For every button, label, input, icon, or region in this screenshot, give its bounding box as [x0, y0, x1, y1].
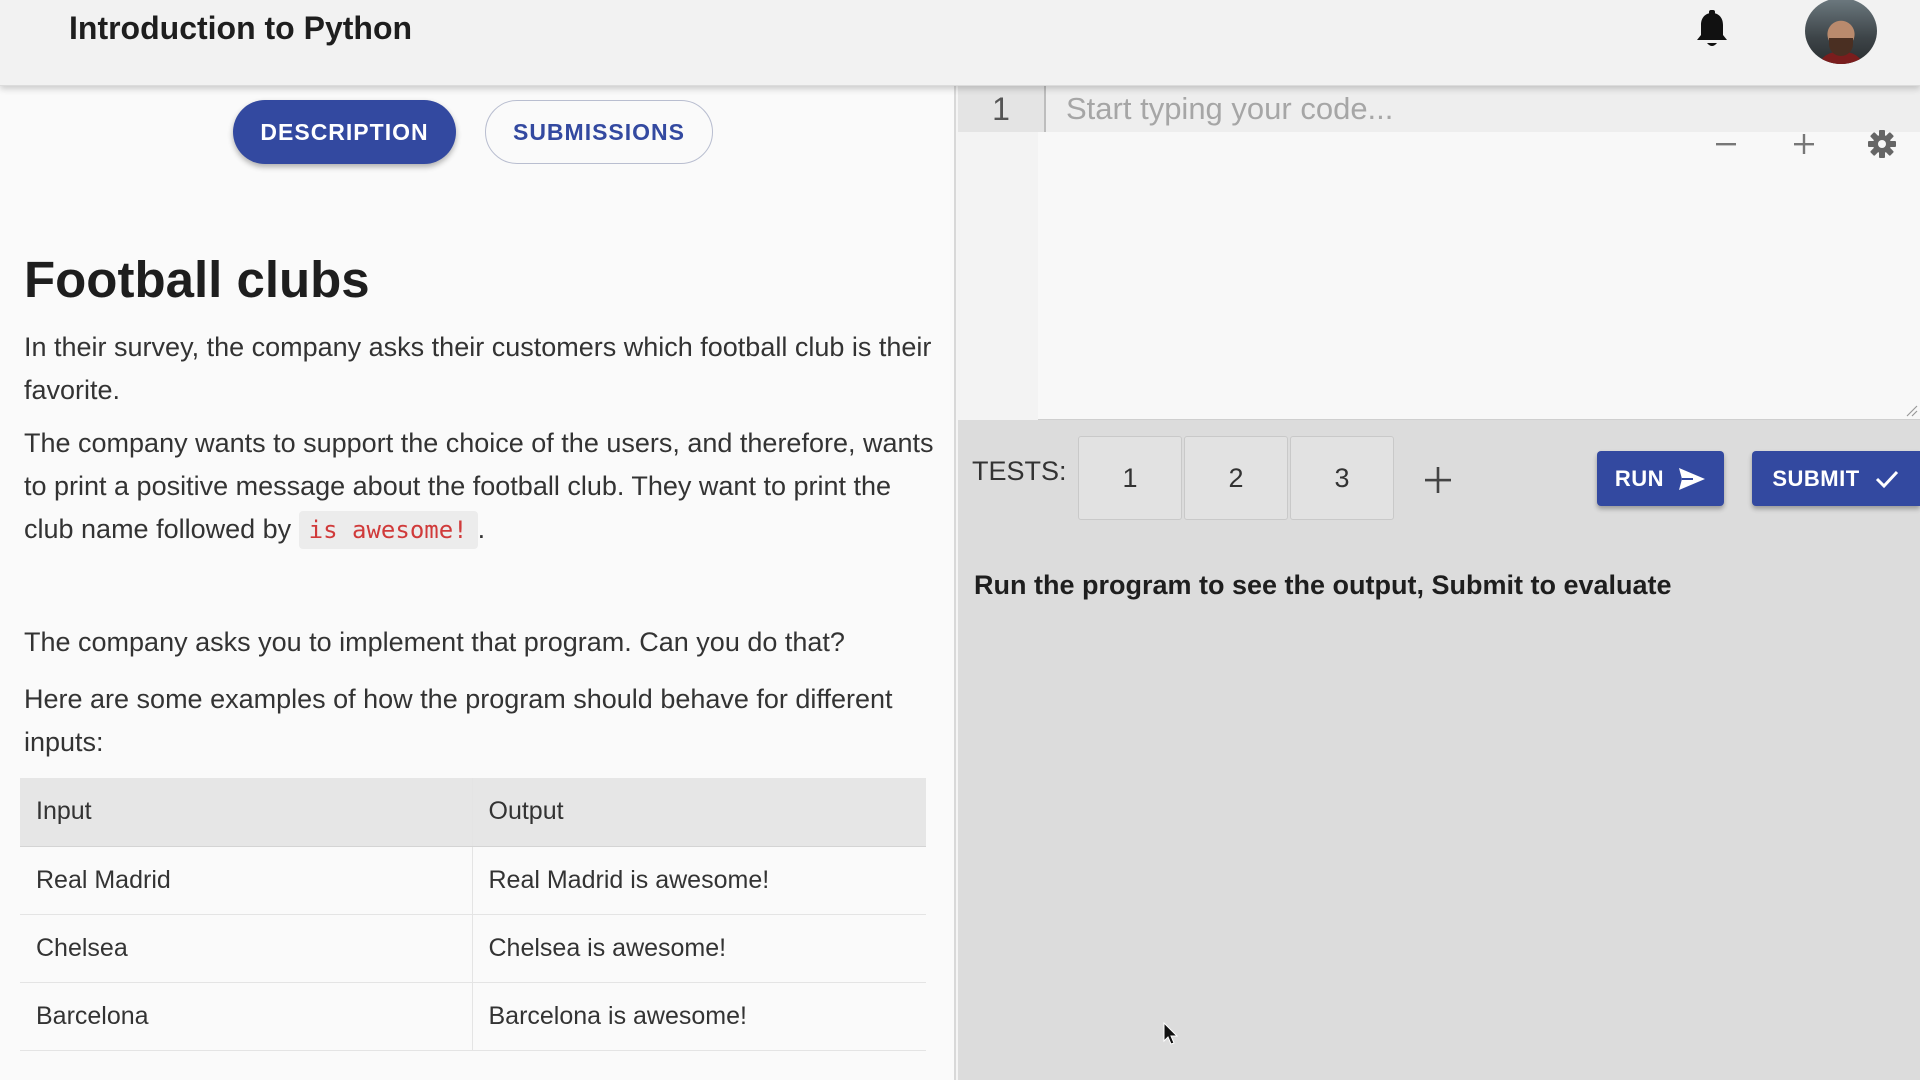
table-header-row: Input Output: [20, 778, 926, 847]
table-cell-output: Real Madrid is awesome!: [472, 846, 926, 915]
check-icon: [1875, 470, 1898, 488]
mouse-cursor-icon: [1163, 1021, 1179, 1046]
test-tab-3[interactable]: 3: [1290, 436, 1394, 520]
bell-icon[interactable]: [1694, 10, 1730, 50]
gear-icon[interactable]: [1862, 124, 1902, 164]
problem-paragraph-2: The company wants to support the choice …: [24, 422, 944, 551]
run-button[interactable]: RUN: [1597, 451, 1724, 506]
line-number: 1: [958, 86, 1046, 132]
problem-title: Football clubs: [24, 251, 370, 308]
top-bar: Introduction to Python: [0, 0, 1920, 86]
description-panel: DESCRIPTION SUBMISSIONS Football clubs I…: [0, 86, 956, 1080]
problem-paragraph-2-end: .: [477, 514, 486, 544]
tab-submissions[interactable]: SUBMISSIONS: [485, 100, 713, 164]
table-header-input: Input: [20, 778, 473, 847]
test-tab-2[interactable]: 2: [1184, 436, 1288, 520]
avatar[interactable]: [1805, 0, 1877, 64]
table-cell-output: Chelsea is awesome!: [472, 914, 926, 983]
table-row: Barcelona Barcelona is awesome!: [20, 982, 926, 1051]
tests-label: TESTS:: [972, 456, 1067, 486]
minus-icon[interactable]: [1706, 124, 1746, 164]
table-cell-input: Barcelona: [20, 982, 473, 1051]
table-cell-input: Real Madrid: [20, 846, 473, 915]
table-cell-output: Barcelona is awesome!: [472, 982, 926, 1051]
table-header-output: Output: [472, 778, 926, 847]
add-test-button[interactable]: [1418, 460, 1458, 500]
send-icon: [1679, 467, 1706, 490]
course-title: Introduction to Python: [69, 10, 413, 46]
resize-grip-icon[interactable]: [1904, 403, 1918, 417]
problem-paragraph-1: In their survey, the company asks their …: [24, 332, 932, 405]
output-message: Run the program to see the output, Submi…: [974, 570, 1672, 600]
table-row: Real Madrid Real Madrid is awesome!: [20, 846, 926, 915]
tab-description[interactable]: DESCRIPTION: [233, 100, 456, 164]
submit-button-label: SUBMIT: [1772, 465, 1860, 491]
table-cell-input: Chelsea: [20, 914, 473, 983]
tests-panel: TESTS: 1 2 3 RUN SUBMIT Run the program …: [958, 420, 1920, 1080]
code-editor[interactable]: 1: [958, 86, 1920, 420]
submit-button[interactable]: SUBMIT: [1752, 451, 1920, 506]
table-row: Chelsea Chelsea is awesome!: [20, 914, 926, 983]
problem-paragraph-4: Here are some examples of how the progra…: [24, 684, 893, 757]
plus-icon: [1425, 467, 1451, 493]
inline-code: is awesome!: [298, 511, 478, 549]
examples-table: Input Output Real Madrid Real Madrid is …: [20, 778, 926, 1051]
editor-gutter: [958, 86, 1038, 420]
plus-icon[interactable]: [1784, 124, 1824, 164]
problem-paragraph-3: The company asks you to implement that p…: [24, 627, 845, 657]
test-tab-1[interactable]: 1: [1078, 436, 1182, 520]
run-button-label: RUN: [1614, 465, 1665, 491]
